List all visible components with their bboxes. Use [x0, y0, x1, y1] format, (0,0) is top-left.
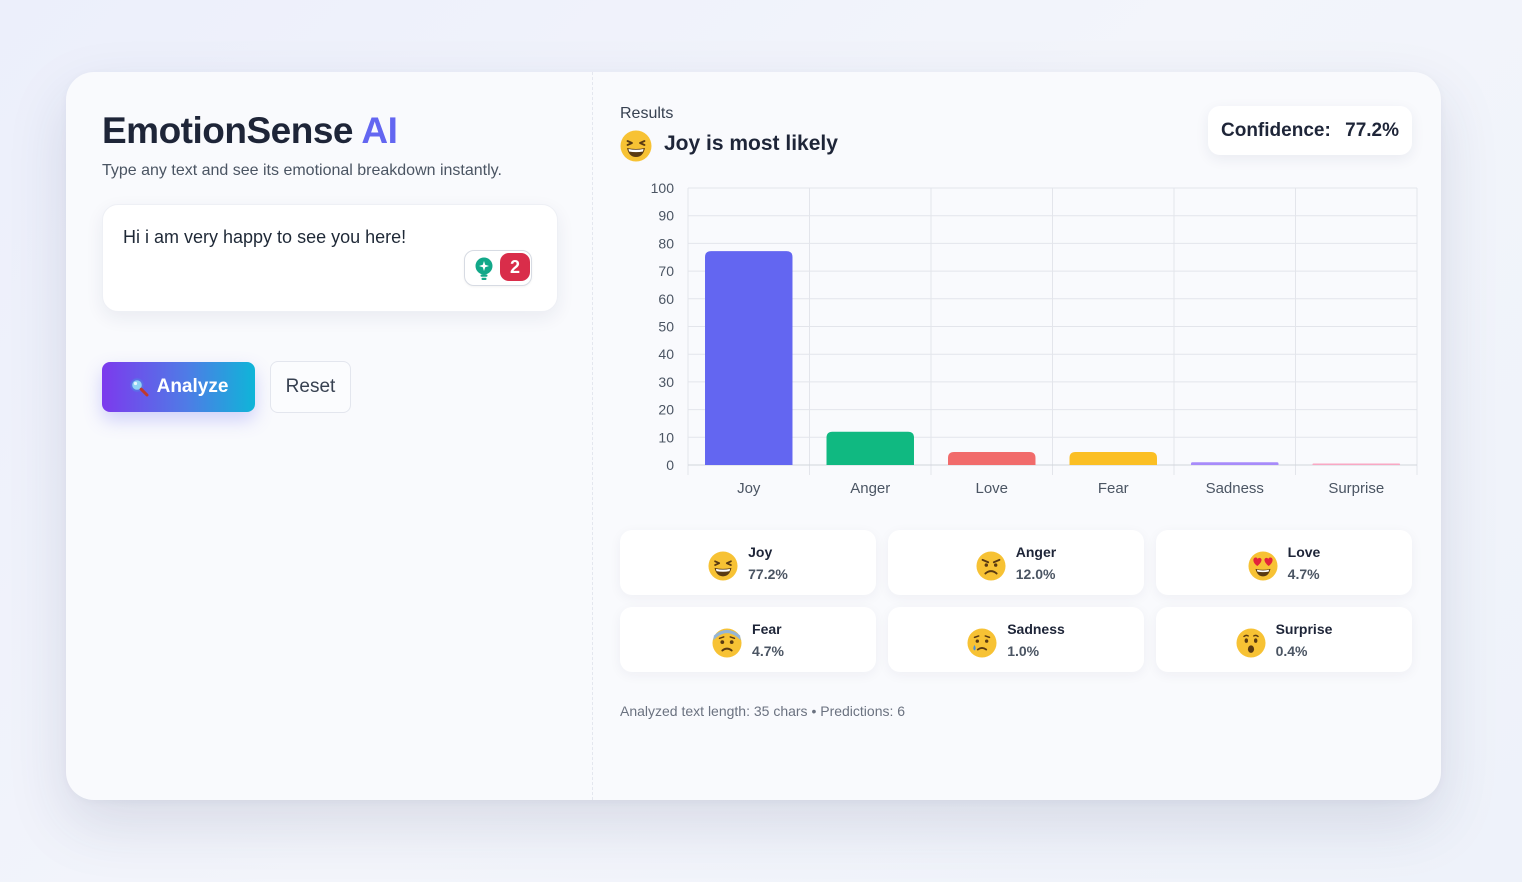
grinning-squinting-face-icon — [708, 550, 738, 581]
grinning-squinting-face-icon — [620, 130, 652, 162]
emotion-bar-chart: 0 10 20 30 40 50 60 70 80 90 100 Joy Anger Love Fear Sa… — [651, 180, 1418, 497]
analyze-button-label: Analyze — [156, 376, 229, 397]
emotion-tiles: Joy 77.2% Anger 12.0% Love 4.7% Fear 4.7… — [620, 530, 1412, 672]
emotion-name: Sadness — [1007, 620, 1065, 637]
y-tick-label: 80 — [658, 235, 674, 251]
confidence-card: Confidence: 77.2% — [1208, 106, 1412, 155]
analysis-footer: Analyzed text length: 35 chars • Predict… — [620, 703, 906, 719]
main-card: EmotionSense AI Type any text and see it… — [66, 72, 1441, 800]
confidence-value: 77.2% — [1345, 120, 1399, 141]
emotion-tile-love: Love 4.7% — [1156, 530, 1412, 595]
text-input[interactable]: Hi i am very happy to see you here! 2 — [102, 204, 558, 312]
y-tick-label: 50 — [658, 319, 674, 335]
y-tick-label: 60 — [658, 291, 674, 307]
bar-sadness — [1191, 462, 1279, 465]
worried-face-icon — [712, 627, 742, 658]
emotion-name: Surprise — [1275, 620, 1333, 637]
x-tick-label: Love — [975, 480, 1008, 497]
app-title: EmotionSense AI — [102, 110, 398, 152]
app-title-accent: AI — [361, 110, 398, 151]
emotion-name: Joy — [748, 543, 773, 560]
emotion-percent: 4.7% — [752, 642, 784, 659]
x-tick-label: Surprise — [1328, 480, 1384, 497]
app-title-main: EmotionSense — [102, 110, 354, 151]
extension-badge-count: 2 — [500, 253, 530, 281]
reset-button[interactable]: Reset — [270, 361, 351, 413]
app-subtitle: Type any text and see its emotional brea… — [102, 162, 502, 179]
y-tick-label: 30 — [658, 374, 674, 390]
heart-eyes-face-icon — [1248, 550, 1278, 581]
emotion-percent: 1.0% — [1007, 642, 1040, 659]
bar-anger — [826, 431, 914, 465]
x-tick-label: Anger — [850, 480, 890, 497]
bar-joy — [705, 251, 793, 465]
x-tick-label: Joy — [737, 480, 761, 497]
emotion-tile-sadness: Sadness 1.0% — [888, 607, 1144, 672]
bar-fear — [1069, 451, 1157, 465]
emotion-name: Fear — [752, 620, 782, 637]
x-tick-label: Sadness — [1206, 480, 1264, 497]
y-tick-label: 20 — [658, 402, 674, 418]
panel-divider — [592, 72, 593, 800]
y-tick-label: 10 — [658, 429, 674, 445]
emotion-tile-anger: Anger 12.0% — [888, 530, 1144, 595]
results-label: Results — [620, 105, 674, 122]
emotion-percent: 0.4% — [1275, 642, 1308, 659]
surprised-face-icon — [1236, 627, 1266, 658]
lightbulb-icon — [475, 257, 493, 280]
y-tick-label: 40 — [658, 346, 674, 362]
analyze-button[interactable]: Analyze — [102, 362, 255, 412]
crying-face-icon — [967, 627, 997, 658]
bar-love — [948, 451, 1036, 465]
confidence-label: Confidence: — [1221, 120, 1331, 141]
y-tick-label: 90 — [658, 208, 674, 224]
emotion-percent: 4.7% — [1287, 565, 1320, 582]
emotion-tile-joy: Joy 77.2% — [620, 530, 876, 595]
emotion-tile-surprise: Surprise 0.4% — [1156, 607, 1412, 672]
angry-face-icon — [976, 550, 1006, 581]
top-emotion-label: Joy is most likely — [664, 132, 838, 155]
x-tick-label: Fear — [1098, 480, 1129, 497]
y-tick-label: 100 — [651, 180, 675, 196]
emotion-percent: 12.0% — [1015, 565, 1056, 582]
emotion-name: Anger — [1015, 543, 1057, 560]
magnifier-icon — [129, 378, 149, 397]
emotion-tile-fear: Fear 4.7% — [620, 607, 876, 672]
emotion-percent: 77.2% — [748, 565, 788, 582]
bar-surprise — [1312, 463, 1400, 465]
y-tick-label: 70 — [658, 263, 674, 279]
emotion-name: Love — [1287, 543, 1321, 560]
extension-widget[interactable]: 2 — [464, 250, 532, 286]
y-tick-label: 0 — [666, 457, 674, 473]
text-input-value[interactable]: Hi i am very happy to see you here! — [123, 227, 406, 248]
